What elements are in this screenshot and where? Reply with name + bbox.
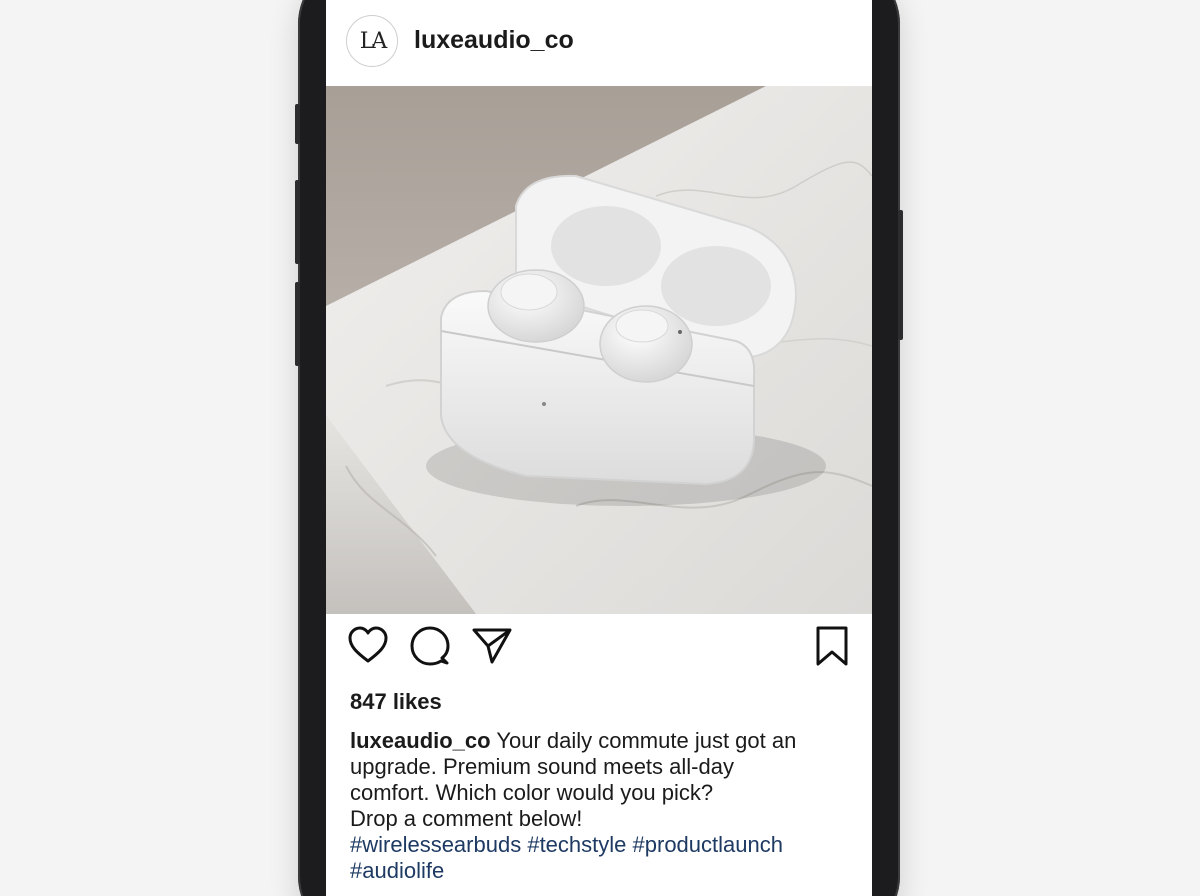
hashtag-link[interactable]: #productlaunch xyxy=(633,832,783,857)
caption-text-2: upgrade. Premium sound meets all-day xyxy=(350,754,734,779)
post-hashtags: #wirelessearbuds #techstyle #productlaun… xyxy=(350,832,850,884)
phone-volume-up xyxy=(295,180,300,264)
comment-icon[interactable] xyxy=(408,624,452,668)
caption-text-1: Your daily commute just got an xyxy=(496,728,797,753)
post-header: LA luxeaudio_co xyxy=(326,0,872,86)
post-image[interactable] xyxy=(326,86,872,614)
hashtag-line-1: #wirelessearbuds #techstyle #productlaun… xyxy=(350,832,850,858)
earbuds-product-photo xyxy=(326,86,872,614)
post-caption: luxeaudio_co Your daily commute just got… xyxy=(350,728,850,832)
heart-icon[interactable] xyxy=(346,624,390,668)
instagram-post-screen: LA luxeaudio_co 847 likes luxeaudio_co Y… xyxy=(326,0,872,896)
phone-side-button xyxy=(295,104,300,144)
hashtag-link[interactable]: #audiolife xyxy=(350,858,444,883)
share-icon[interactable] xyxy=(470,624,514,668)
post-action-bar xyxy=(326,624,872,680)
bookmark-icon[interactable] xyxy=(810,624,854,668)
avatar-initials: LA xyxy=(359,28,387,54)
phone-volume-down xyxy=(295,282,300,366)
phone-power-button xyxy=(898,210,903,340)
caption-text-3: comfort. Which color would you pick? xyxy=(350,780,714,805)
caption-text-4: Drop a comment below! xyxy=(350,806,583,831)
hashtag-link[interactable]: #techstyle xyxy=(527,832,626,857)
likes-count[interactable]: 847 likes xyxy=(350,689,442,715)
post-username[interactable]: luxeaudio_co xyxy=(414,26,574,55)
hashtag-line-2: #audiolife xyxy=(350,858,850,884)
caption-username[interactable]: luxeaudio_co xyxy=(350,728,491,753)
caption-line-1: luxeaudio_co Your daily commute just got… xyxy=(350,728,850,754)
avatar[interactable]: LA xyxy=(346,15,398,67)
hashtag-link[interactable]: #wirelessearbuds xyxy=(350,832,521,857)
